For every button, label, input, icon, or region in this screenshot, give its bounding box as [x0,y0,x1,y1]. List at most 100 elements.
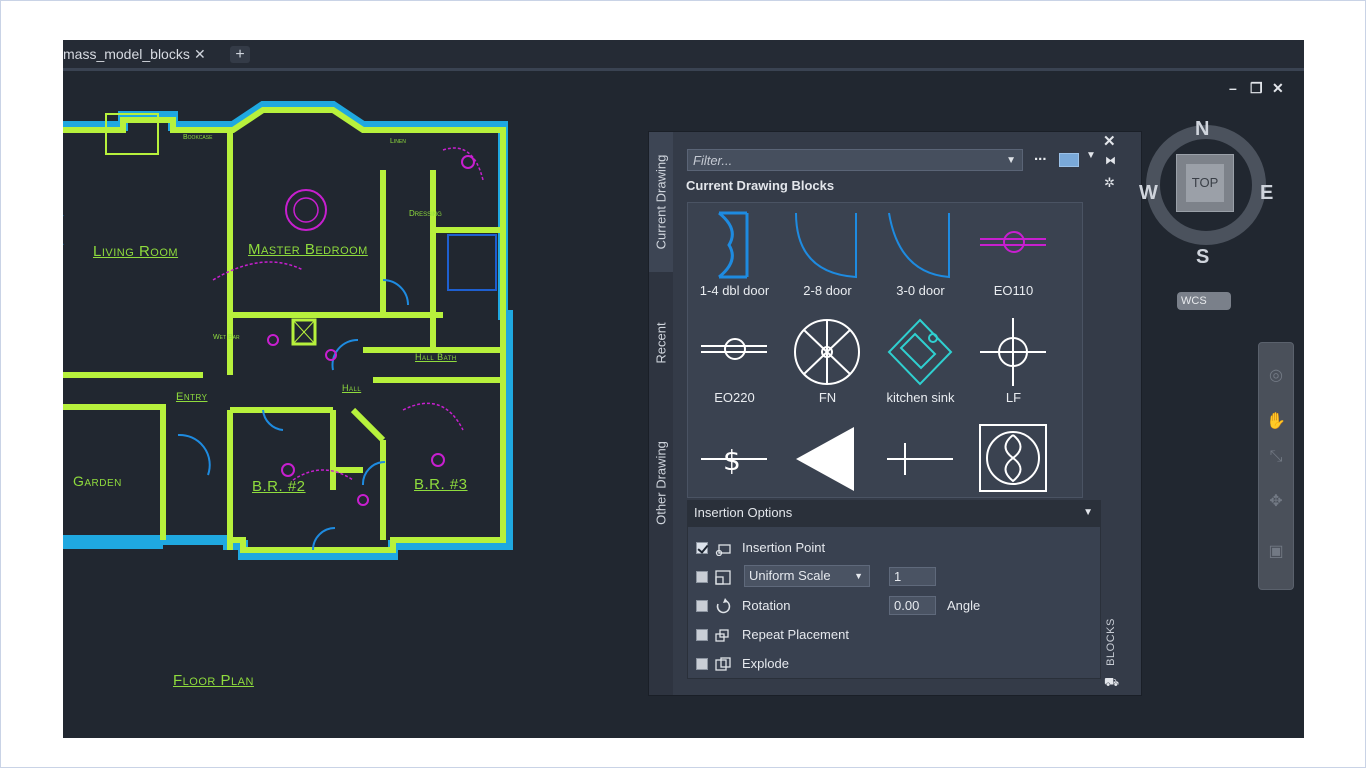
room-label-entry: Entry [176,391,208,403]
fan-icon [794,319,860,385]
door-swing-icon [888,212,950,279]
infinity-box-icon [979,424,1047,492]
steering-wheel-icon[interactable]: ◎ [1259,365,1293,385]
insertion-point-icon [715,544,731,556]
showmotion-icon[interactable]: ▣ [1259,541,1293,561]
block-label: EO220 [714,390,755,405]
orbit-icon[interactable]: ✥ [1259,491,1293,511]
tab-current-drawing[interactable]: Current Drawing [649,132,673,272]
chevron-down-icon: ▼ [854,571,863,581]
compass-south[interactable]: S [1196,246,1209,269]
block-kitchen-sink[interactable]: kitchen sink [874,310,967,417]
block-fn[interactable]: FN [781,310,874,417]
block-eo110[interactable]: EO110 [967,203,1060,310]
palette-blocks-icon[interactable]: ⛟ [1104,675,1119,691]
block-label: LF [1005,390,1022,405]
outlet-220-icon [701,338,767,360]
tab-recent-label: Recent [653,322,669,364]
tab-recent[interactable]: Recent [649,274,673,412]
viewcube-top-face[interactable]: TOP [1176,154,1234,212]
compass-east[interactable]: E [1260,182,1273,205]
room-label-br2: B.R. #2 [252,478,306,495]
room-label-bookcase: Bookcase [183,134,213,141]
blocks-grid: 1-4 dbl door 2-8 door 3-0 door EO110 EO2… [687,202,1083,498]
block-cross-line[interactable] [874,417,967,497]
tab-other-drawing[interactable]: Other Drawing [649,414,673,552]
svg-text:$: $ [723,444,741,477]
scale-value-input[interactable]: 1 [889,567,936,586]
filter-input[interactable]: Filter... ▼ [687,149,1023,171]
tab-current-drawing-label: Current Drawing [653,154,669,250]
block-eo220[interactable]: EO220 [688,310,781,417]
insertion-options-header[interactable]: Insertion Options ▼ [687,500,1101,526]
block-3-0-door[interactable]: 3-0 door [874,203,967,310]
explode-checkbox[interactable] [696,658,708,670]
scroll-down-icon[interactable]: ▼ [1082,482,1083,492]
floor-plan-drawing[interactable] [63,80,523,600]
close-window-icon[interactable]: ✕ [1272,80,1284,97]
block-triangle[interactable] [781,417,874,497]
compass-north[interactable]: N [1195,118,1209,141]
block-label: kitchen sink [886,390,955,405]
rotation-checkbox[interactable] [696,600,708,612]
view-mode-icon[interactable] [1059,153,1079,167]
scroll-up-icon[interactable]: ▲ [1082,206,1083,216]
pan-hand-icon[interactable]: ✋ [1259,411,1293,431]
door-swing-icon [795,212,857,279]
insertion-point-label: Insertion Point [742,540,826,555]
room-label-hall: Hall [342,383,362,393]
restore-icon[interactable]: ❐ [1250,80,1263,97]
minimize-icon[interactable]: – [1229,80,1237,96]
light-fixture-icon [980,318,1046,386]
double-door-icon [718,211,749,279]
wcs-label: WCS [1181,295,1207,307]
zoom-icon[interactable]: ⤡ [1259,448,1293,466]
tab-other-drawing-label: Other Drawing [653,441,669,525]
new-tab-button[interactable]: + [230,46,250,63]
block-label: 3-0 door [896,283,945,298]
block-switch[interactable]: $ [688,417,781,497]
repeat-placement-label: Repeat Placement [742,627,849,642]
viewcube-face-label: TOP [1186,164,1224,202]
properties-gear-icon[interactable]: ✲ [1104,175,1115,191]
block-1-4-dbl-door[interactable]: 1-4 dbl door [688,203,781,310]
filter-dropdown-icon[interactable]: ▼ [1006,150,1016,172]
block-lf[interactable]: LF [967,310,1060,417]
scale-mode-value: Uniform Scale [749,568,831,583]
compass-west[interactable]: W [1139,182,1158,205]
blocks-palette: Current Drawing Recent Other Drawing Fil… [648,131,1142,696]
outlet-icon [980,231,1046,253]
room-label-br3: B.R. #3 [414,476,468,493]
block-label: 1-4 dbl door [699,283,770,298]
switch-icon: $ [701,444,767,477]
room-label-garden: Garden [73,473,122,489]
rotation-value-input[interactable]: 0.00 [889,596,936,615]
block-label: 2-8 door [803,283,852,298]
angle-label: Angle [947,598,981,613]
wcs-menu[interactable]: WCS [1177,292,1231,310]
close-palette-icon[interactable]: ✕ [1103,132,1116,150]
explode-label: Explode [742,656,789,671]
collapse-icon[interactable]: ▼ [1083,500,1093,526]
repeat-placement-checkbox[interactable] [696,629,708,641]
room-label-wet-bar: Wet Bar [213,334,240,341]
browse-button[interactable]: ... [1034,147,1047,164]
scale-mode-select[interactable]: Uniform Scale ▼ [744,565,870,587]
blocks-scrollbar[interactable]: ▲ ▼ [1082,203,1083,497]
insertion-point-checkbox[interactable] [696,542,708,554]
view-mode-dropdown-icon[interactable]: ▼ [1086,150,1096,161]
autohide-icon[interactable]: ⧓ [1105,154,1116,167]
insertion-options-panel: Insertion Point Uniform Scale ▼ 1 Rotati… [687,526,1101,679]
block-infinity-box[interactable] [967,417,1060,497]
room-label-hall-bath: Hall Bath [415,352,457,362]
rotation-label: Rotation [742,598,791,613]
close-tab-icon[interactable]: ✕ [194,40,206,68]
tab-title: mass_model_blocks [63,46,190,62]
block-2-8-door[interactable]: 2-8 door [781,203,874,310]
scale-checkbox[interactable] [696,571,708,583]
cross-line-icon [887,443,953,475]
document-tabbar: mass_model_blocks ✕ + [63,40,1304,71]
drawing-title-floor-plan: Floor Plan [173,672,254,689]
insertion-options-title: Insertion Options [694,505,793,520]
room-label-living-room: Living Room [93,243,179,260]
